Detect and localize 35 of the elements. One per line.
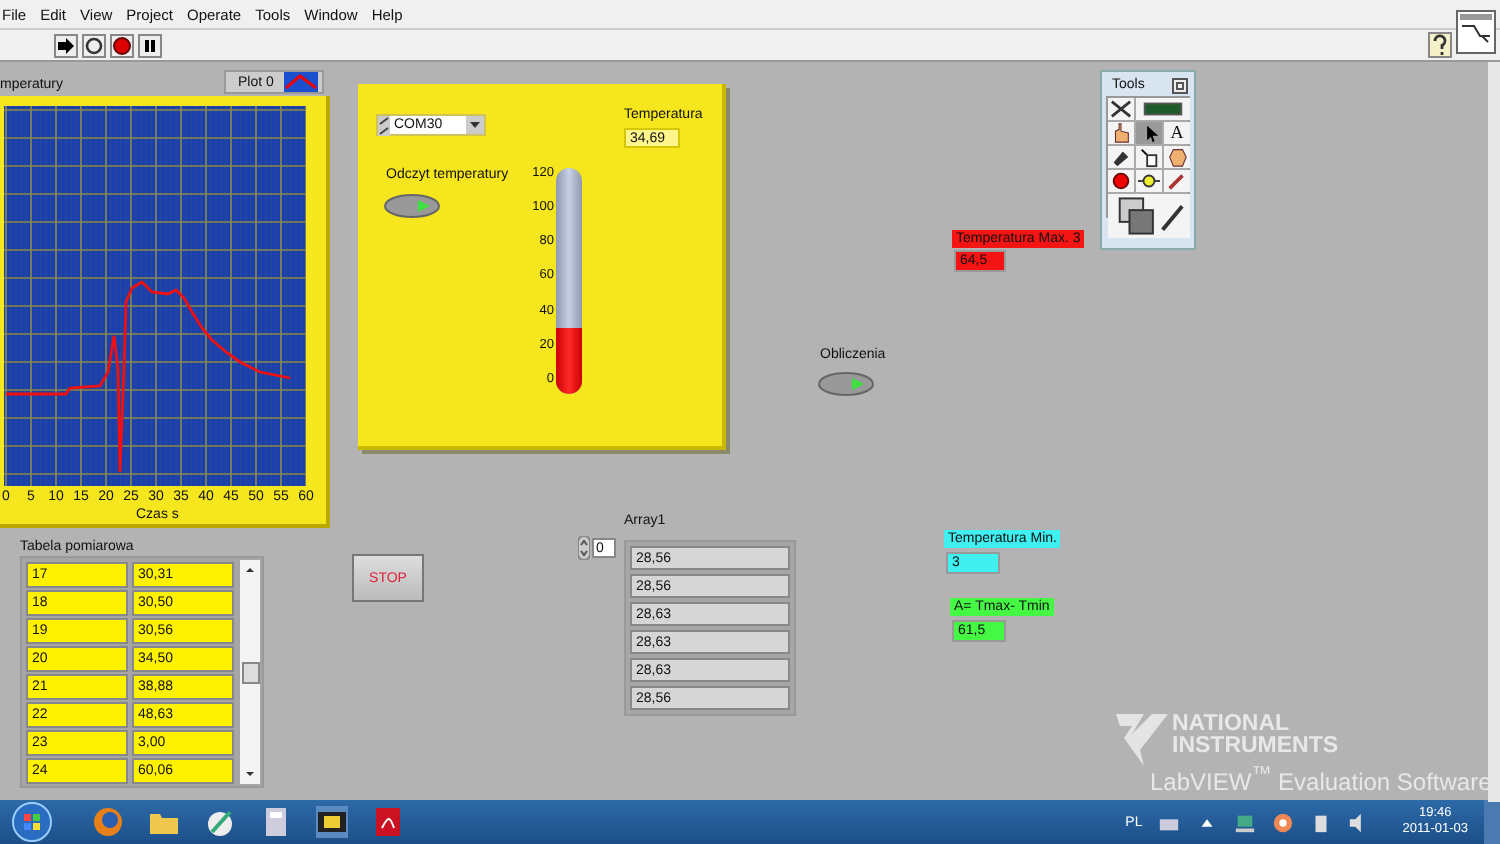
scroll-bar[interactable] bbox=[240, 560, 260, 784]
scroll-thumb[interactable] bbox=[241, 661, 259, 683]
pause-icon[interactable] bbox=[138, 33, 162, 57]
visa-icon bbox=[378, 115, 390, 135]
scroll-down-icon[interactable] bbox=[242, 768, 258, 780]
text-tool[interactable]: A bbox=[1164, 122, 1190, 144]
show-desktop-button[interactable] bbox=[1484, 800, 1500, 844]
shortcut-menu-icon[interactable] bbox=[1136, 146, 1162, 168]
scroll-up-icon[interactable] bbox=[242, 564, 258, 576]
toggle-button[interactable] bbox=[818, 372, 874, 396]
calculator-icon[interactable] bbox=[260, 806, 292, 838]
plot-line-icon bbox=[284, 72, 318, 92]
abort-icon[interactable] bbox=[110, 33, 134, 57]
dropdown-arrow-icon bbox=[466, 116, 484, 134]
arrow-cursor-icon[interactable] bbox=[1136, 122, 1162, 144]
breakpoint-icon[interactable] bbox=[1108, 170, 1134, 192]
eyedropper-icon[interactable] bbox=[1164, 170, 1190, 192]
status-bar-icon[interactable] bbox=[1136, 98, 1190, 120]
restore-icon[interactable] bbox=[1172, 77, 1188, 93]
spinner-icon bbox=[578, 536, 590, 560]
power-icon[interactable] bbox=[1310, 811, 1333, 833]
probe-icon[interactable] bbox=[1136, 170, 1162, 192]
network-icon[interactable] bbox=[1234, 811, 1257, 833]
scroll-bar[interactable] bbox=[1488, 62, 1500, 802]
run-arrow-icon[interactable] bbox=[54, 33, 78, 57]
pdf-icon[interactable] bbox=[372, 806, 404, 838]
film-icon[interactable] bbox=[316, 806, 348, 838]
paint-icon[interactable] bbox=[204, 806, 236, 838]
start-button[interactable] bbox=[12, 802, 52, 842]
toggle-button[interactable] bbox=[384, 194, 440, 218]
run-continuously-icon[interactable] bbox=[82, 33, 106, 57]
color-tool-icon[interactable] bbox=[1108, 194, 1190, 238]
browser-icon[interactable] bbox=[92, 806, 124, 838]
help-icon[interactable] bbox=[1428, 32, 1452, 58]
antivirus-icon[interactable] bbox=[1272, 811, 1295, 833]
